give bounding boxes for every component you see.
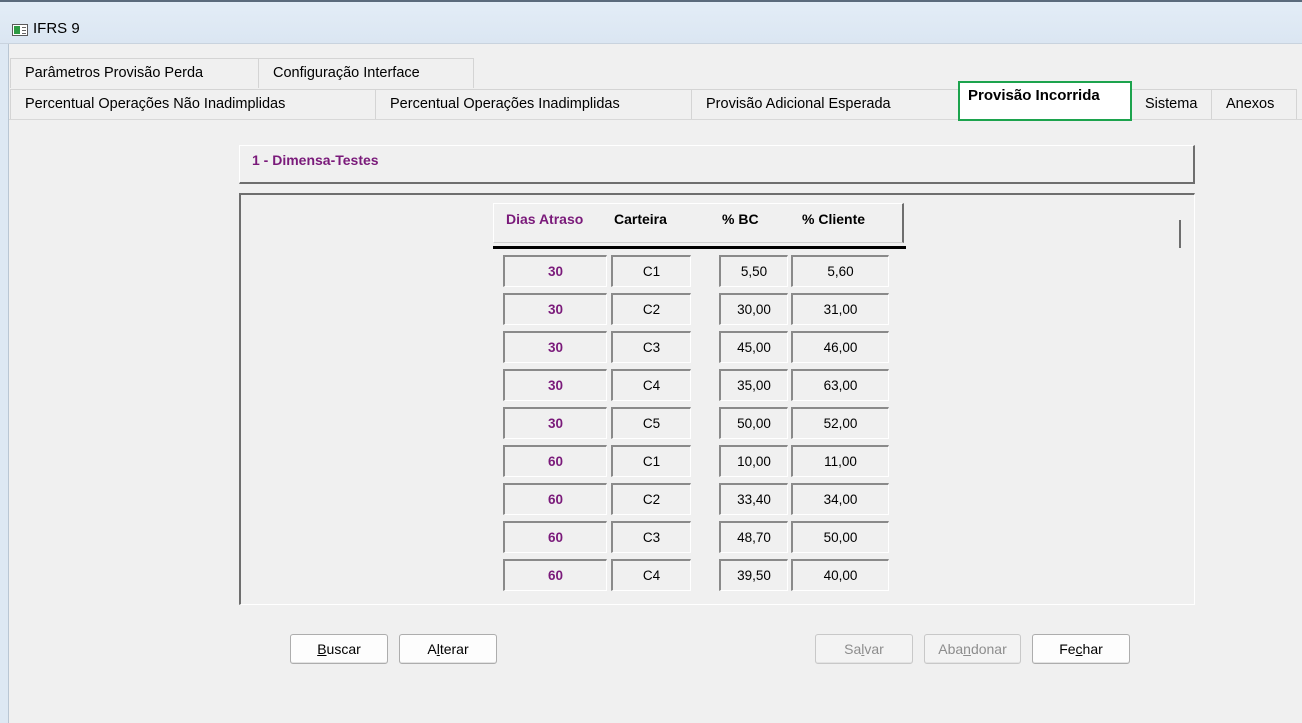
mnemonic-char: c — [1075, 641, 1083, 657]
group-header: 1 - Dimensa-Testes — [239, 145, 1195, 184]
header-percent-bc: % BC — [722, 211, 759, 227]
tab-provisao-incorrida[interactable]: Provisão Incorrida — [958, 81, 1132, 121]
carteira-field[interactable]: C1 — [611, 255, 691, 287]
grid-panel — [239, 193, 1195, 605]
tab-label: Configuração Interface — [273, 65, 420, 81]
carteira-field[interactable]: C5 — [611, 407, 691, 439]
mnemonic-char: n — [963, 641, 971, 657]
tab-sistema[interactable]: Sistema — [1130, 89, 1212, 119]
abandonar-button[interactable]: Abandonar — [924, 634, 1021, 664]
fechar-button[interactable]: Fechar — [1032, 634, 1130, 664]
tab-parametros-provisao-perda[interactable]: Parâmetros Provisão Perda — [10, 58, 261, 88]
carteira-field[interactable]: C4 — [611, 559, 691, 591]
button-label: uscar — [326, 641, 361, 657]
carteira-field[interactable]: C3 — [611, 521, 691, 553]
dias-atraso-field[interactable]: 30 — [503, 369, 607, 401]
percent-cliente-field[interactable]: 40,00 — [791, 559, 889, 591]
percent-cliente-field[interactable]: 52,00 — [791, 407, 889, 439]
carteira-field[interactable]: C2 — [611, 293, 691, 325]
button-label: var — [864, 641, 884, 657]
dias-atraso-field[interactable]: 60 — [503, 483, 607, 515]
alterar-button[interactable]: Alterar — [399, 634, 497, 664]
header-dias-atraso: Dias Atraso — [506, 211, 584, 227]
percent-bc-field[interactable]: 10,00 — [719, 445, 788, 477]
group-title: 1 - Dimensa-Testes — [252, 152, 379, 168]
buscar-button[interactable]: Buscar — [290, 634, 388, 664]
salvar-button[interactable]: Salvar — [815, 634, 913, 664]
tab-configuracao-interface[interactable]: Configuração Interface — [258, 58, 474, 88]
tab-label: Anexos — [1226, 96, 1275, 112]
tab-label: Provisão Adicional Esperada — [706, 96, 891, 112]
percent-cliente-field[interactable]: 5,60 — [791, 255, 889, 287]
percent-cliente-field[interactable]: 34,00 — [791, 483, 889, 515]
percent-cliente-field[interactable]: 63,00 — [791, 369, 889, 401]
percent-bc-field[interactable]: 48,70 — [719, 521, 788, 553]
header-percent-cliente: % Cliente — [802, 211, 866, 227]
tab-label: Percentual Operações Inadimplidas — [390, 96, 620, 112]
percent-bc-field[interactable]: 30,00 — [719, 293, 788, 325]
percent-bc-field[interactable]: 45,00 — [719, 331, 788, 363]
carteira-field[interactable]: C2 — [611, 483, 691, 515]
header-carteira: Carteira — [614, 211, 667, 227]
percent-cliente-field[interactable]: 46,00 — [791, 331, 889, 363]
button-label: donar — [970, 641, 1007, 657]
carteira-field[interactable]: C4 — [611, 369, 691, 401]
dias-atraso-field[interactable]: 30 — [503, 255, 607, 287]
percent-bc-field[interactable]: 35,00 — [719, 369, 788, 401]
percent-bc-field[interactable]: 5,50 — [719, 255, 788, 287]
dias-atraso-field[interactable]: 30 — [503, 293, 607, 325]
button-label: Aba — [938, 641, 964, 657]
tab-label: Percentual Operações Não Inadimplidas — [25, 96, 286, 112]
tab-label: Sistema — [1145, 96, 1198, 112]
tab-label: Provisão Incorrida — [968, 87, 1100, 104]
button-label: Sa — [844, 641, 862, 657]
button-label: terar — [439, 641, 469, 657]
vertical-scrollbar[interactable] — [1179, 220, 1181, 248]
dias-atraso-field[interactable]: 60 — [503, 521, 607, 553]
window-title: IFRS 9 — [33, 20, 80, 37]
tab-percentual-nao-inadimplidas[interactable]: Percentual Operações Não Inadimplidas — [10, 89, 376, 119]
carteira-field[interactable]: C1 — [611, 445, 691, 477]
form-window-icon — [12, 24, 28, 36]
carteira-field[interactable]: C3 — [611, 331, 691, 363]
tab-label: Parâmetros Provisão Perda — [25, 65, 204, 81]
percent-cliente-field[interactable]: 50,00 — [791, 521, 889, 553]
mnemonic-char: B — [317, 641, 327, 657]
tab-percentual-inadimplidas[interactable]: Percentual Operações Inadimplidas — [375, 89, 692, 119]
dias-atraso-field[interactable]: 30 — [503, 407, 607, 439]
dias-atraso-field[interactable]: 60 — [503, 559, 607, 591]
dias-atraso-field[interactable]: 60 — [503, 445, 607, 477]
tab-provisao-adicional-esperada[interactable]: Provisão Adicional Esperada — [691, 89, 959, 119]
percent-bc-field[interactable]: 39,50 — [719, 559, 788, 591]
button-label: A — [427, 641, 437, 657]
column-header-underline — [493, 246, 906, 249]
tab-anexos[interactable]: Anexos — [1211, 89, 1297, 119]
percent-bc-field[interactable]: 33,40 — [719, 483, 788, 515]
percent-bc-field[interactable]: 50,00 — [719, 407, 788, 439]
percent-cliente-field[interactable]: 11,00 — [791, 445, 889, 477]
dias-atraso-field[interactable]: 30 — [503, 331, 607, 363]
window-left-border — [0, 44, 9, 723]
title-bar: IFRS 9 — [0, 2, 1302, 44]
button-label: har — [1082, 641, 1103, 657]
percent-cliente-field[interactable]: 31,00 — [791, 293, 889, 325]
button-label: Fe — [1059, 641, 1076, 657]
